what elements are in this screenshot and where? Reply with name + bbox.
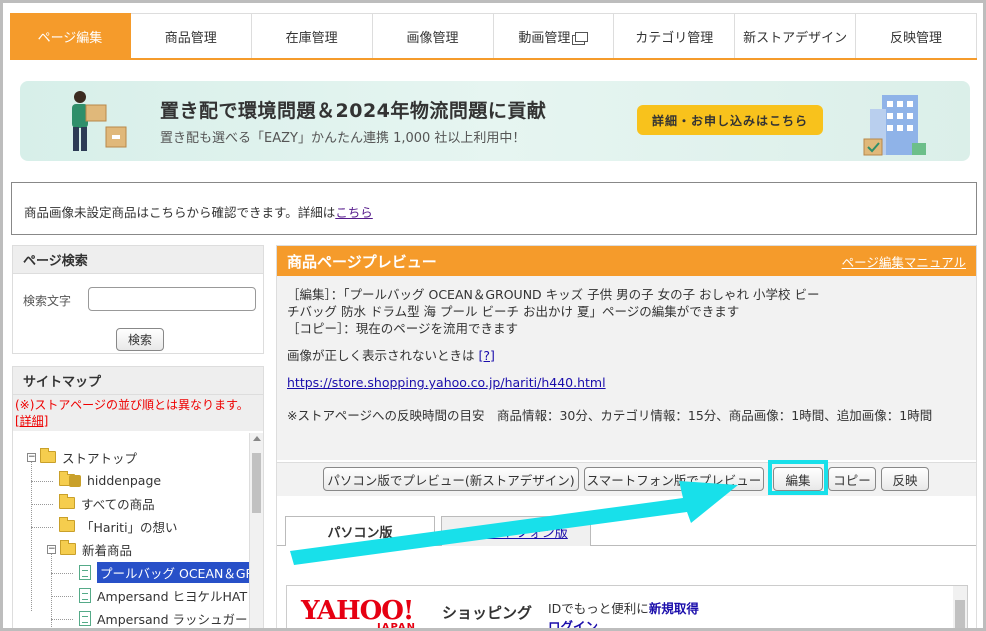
reflect-time-note: ※ストアページへの反映時間の目安 商品情報：30分、カテゴリ情報：15分、商品画… xyxy=(287,408,933,423)
tab-stock[interactable]: 在庫管理 xyxy=(251,13,373,58)
search-button[interactable]: 検索 xyxy=(116,328,164,351)
tab-pc-version[interactable]: パソコン版 xyxy=(285,516,435,546)
page-icon xyxy=(79,587,91,603)
tree-node-label: 新着商品 xyxy=(82,542,133,558)
sitemap-detail-link[interactable]: [詳細] xyxy=(15,414,48,428)
yahoo-japan-label: JAPAN xyxy=(377,622,416,631)
tab-sp-label: スマートフォン版 xyxy=(464,526,568,541)
help-line: 画像が正しく表示されないときは [?] xyxy=(287,347,966,364)
collapse-icon[interactable]: − xyxy=(27,452,36,462)
copy-button[interactable]: コピー xyxy=(828,467,876,491)
tree-node-label: hiddenpage xyxy=(87,472,162,488)
collapse-icon[interactable]: − xyxy=(47,544,56,554)
notice-box: 商品画像未設定商品はこちらから確認できます。詳細はこちら xyxy=(11,182,977,235)
new-window-icon xyxy=(575,32,589,42)
tab-reflect[interactable]: 反映管理 xyxy=(856,13,977,58)
edit-manual-link[interactable]: ページ編集マニュアル xyxy=(842,252,966,271)
sitemap-note-text: (※)ストアページの並び順とは異なります。 xyxy=(15,398,249,412)
tree-node-label: すべての商品 xyxy=(81,496,155,512)
scroll-thumb[interactable] xyxy=(955,600,965,628)
pc-preview-button[interactable]: パソコン版でプレビュー(新ストアデザイン) xyxy=(323,467,579,491)
tree-node-rash-guard[interactable]: Ampersand ラッシュガー xyxy=(79,608,248,628)
yahoo-id-text: IDでもっと便利に新規取得 xyxy=(548,598,699,617)
tree-node-pool-bag[interactable]: プールバッグ OCEAN＆GR xyxy=(79,561,249,583)
tab-product[interactable]: 商品管理 xyxy=(130,13,252,58)
page-icon xyxy=(79,610,91,626)
app-frame: ページ編集 商品管理 在庫管理 画像管理 動画管理 カテゴリ管理 新ストアデザイ… xyxy=(0,0,986,631)
building-icon xyxy=(863,95,926,156)
banner-subtitle: 置き配も選べる「EAZY」かんたん連携 1,000 社以上利用中！ xyxy=(160,131,526,146)
tab-store-design[interactable]: 新ストアデザイン xyxy=(735,13,857,58)
tab-category[interactable]: カテゴリ管理 xyxy=(614,13,736,58)
edit-description-2: チバッグ 防水 ドラム型 海 プール ビーチ お出かけ 夏」ページの編集ができま… xyxy=(287,304,740,319)
edit-description-1: ［編集］：「プールバッグ OCEAN＆GROUND キッズ 子供 男の子 女の子… xyxy=(287,287,820,302)
tree-node-label: プールバッグ OCEAN＆GR xyxy=(97,561,249,583)
tree-node-hariti-story[interactable]: 「Hariti」の想い xyxy=(59,516,178,536)
sitemap-panel: サイトマップ (※)ストアページの並び順とは異なります。 [詳細] − ストアトッ… xyxy=(12,366,264,628)
page-search-panel: ページ検索 検索文字 検索 xyxy=(12,245,264,354)
help-text: 画像が正しく表示されないときは xyxy=(287,348,475,363)
sitemap-note: (※)ストアページの並び順とは異なります。 [詳細] xyxy=(13,395,263,431)
folder-icon xyxy=(59,517,75,532)
lock-icon xyxy=(69,475,81,487)
preview-body: ［編集］：「プールバッグ OCEAN＆GROUND キッズ 子供 男の子 女の子… xyxy=(277,276,976,460)
tab-image[interactable]: 画像管理 xyxy=(372,13,494,58)
folder-icon xyxy=(60,540,76,555)
notice-link[interactable]: こちら xyxy=(335,205,373,220)
tree-node-label: Ampersand ラッシュガー xyxy=(97,611,248,627)
folder-icon xyxy=(40,448,56,463)
main-tabs: ページ編集 商品管理 在庫管理 画像管理 動画管理 カテゴリ管理 新ストアデザイ… xyxy=(10,13,977,60)
yahoo-preview-frame: YAHOO! JAPAN ショッピング IDでもっと便利に新規取得 ログイン xyxy=(286,585,968,631)
sitemap-tree: − ストアトップ hiddenpage すべての商品 「Hariti」の想い −… xyxy=(13,433,249,628)
sitemap-heading: サイトマップ xyxy=(13,367,263,395)
yahoo-login-link[interactable]: ログイン xyxy=(548,616,598,628)
tree-node-store-top[interactable]: − ストアトップ xyxy=(27,447,137,467)
yahoo-register-link[interactable]: 新規取得 xyxy=(649,601,699,616)
delivery-person-icon xyxy=(72,91,127,151)
store-url-link[interactable]: https://store.shopping.yahoo.co.jp/harit… xyxy=(287,375,606,390)
tab-video-label: 動画管理 xyxy=(518,30,571,46)
edit-button-highlight xyxy=(768,460,828,495)
copy-description: ［コピー］：現在のページを流用できます xyxy=(287,321,519,336)
tab-video[interactable]: 動画管理 xyxy=(493,13,615,58)
tree-node-hiddenpage[interactable]: hiddenpage xyxy=(59,470,161,490)
preview-title: 商品ページプレビュー xyxy=(287,252,437,271)
sp-preview-button[interactable]: スマートフォン版でプレビュー xyxy=(584,467,764,491)
page-search-heading: ページ検索 xyxy=(13,246,263,274)
help-link[interactable]: [?] xyxy=(479,348,495,363)
sitemap-scrollbar[interactable] xyxy=(249,433,263,628)
ad-banner[interactable]: 置き配で環境問題＆2024年物流問題に貢献 置き配も選べる「EAZY」かんたん連… xyxy=(20,81,970,161)
tab-page-edit[interactable]: ページ編集 xyxy=(10,13,131,58)
folder-icon xyxy=(59,494,75,509)
tree-node-label: ストアトップ xyxy=(62,450,138,466)
page-icon xyxy=(79,564,91,580)
search-label: 検索文字 xyxy=(23,294,72,308)
banner-detail-button[interactable]: 詳細・お申し込みはこちら xyxy=(637,105,823,135)
search-input[interactable] xyxy=(88,287,256,311)
reflect-button[interactable]: 反映 xyxy=(881,467,929,491)
notice-text: 商品画像未設定商品はこちらから確認できます。詳細は xyxy=(24,205,336,220)
tree-node-label: Ampersand ヒヨケルHAT xyxy=(97,588,248,604)
tree-node-label: 「Hariti」の想い xyxy=(81,519,178,535)
tree-node-all-products[interactable]: すべての商品 xyxy=(59,493,155,513)
scroll-up-icon[interactable] xyxy=(253,436,261,441)
preview-action-bar: パソコン版でプレビュー(新ストアデザイン) スマートフォン版でプレビュー 編集 … xyxy=(277,460,976,496)
banner-title: 置き配で環境問題＆2024年物流問題に貢献 xyxy=(160,100,547,122)
preview-header: 商品ページプレビュー ページ編集マニュアル xyxy=(277,246,976,276)
tree-node-new-arrivals[interactable]: − 新着商品 xyxy=(47,539,132,559)
yahoo-id-label: IDでもっと便利に xyxy=(548,601,649,616)
scroll-thumb[interactable] xyxy=(252,453,261,513)
product-preview-panel: 商品ページプレビュー ページ編集マニュアル ［編集］：「プールバッグ OCEAN… xyxy=(276,245,977,628)
yahoo-shopping-label: ショッピング xyxy=(442,604,533,622)
tree-node-hiyokeru-hat[interactable]: Ampersand ヒヨケルHAT xyxy=(79,585,247,605)
yahoo-frame-scrollbar[interactable] xyxy=(953,586,967,628)
tab-sp-version[interactable]: スマートフォン版 xyxy=(441,516,591,546)
